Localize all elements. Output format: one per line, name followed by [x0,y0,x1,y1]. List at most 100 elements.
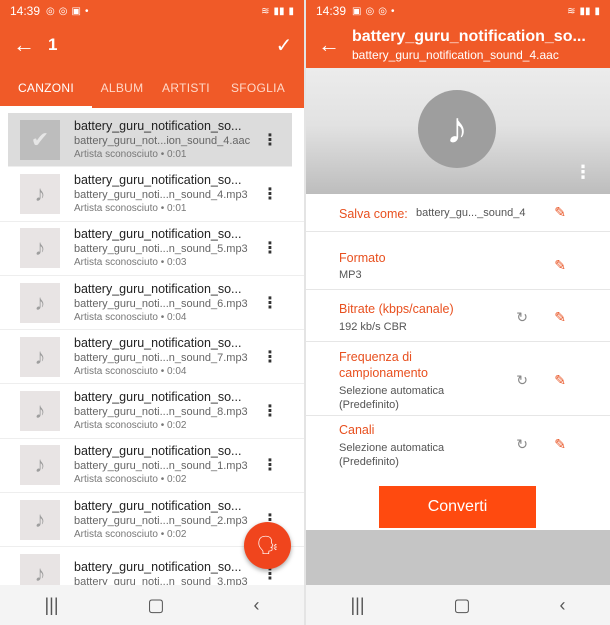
music-note-icon: ♪ [34,561,46,585]
song-meta: Artista sconosciuto • 0:04 [74,311,187,323]
reset-icon[interactable]: ↻ [516,372,528,389]
status-bar: 14:39 ◎ ◎ ▣ • ≋ ▮▮ ▮ [0,0,304,22]
song-list-item[interactable]: ♪ battery_guru_notification_so... batter… [0,222,304,276]
selection-app-bar: ← 1 ✓ [0,22,304,68]
edit-pencil-icon[interactable]: ✎ [554,309,566,326]
nav-back-icon[interactable]: ‹ [254,595,260,616]
bitrate-row[interactable]: Bitrate (kbps/canale) 192 kb/s CBR ↻ ✎ [306,290,610,342]
song-filename: battery_guru_noti...n_sound_7.mp3 [74,351,248,364]
song-filename: battery_guru_noti...n_sound_5.mp3 [74,243,248,256]
more-options-icon[interactable]: ⋮ [262,347,278,367]
home-icon[interactable]: ▢ [454,595,471,616]
song-title: battery_guru_notification_so... [74,560,242,575]
song-list-item[interactable]: ♪ battery_guru_notification_so... batter… [0,439,304,494]
song-meta: Artista sconosciuto • 0:02 [74,474,187,486]
reset-icon[interactable]: ↻ [516,309,528,326]
more-options-icon[interactable]: ⋮ [262,238,278,258]
recent-apps-icon[interactable]: ||| [350,595,364,616]
edit-pencil-icon[interactable]: ✎ [554,372,566,389]
song-title: battery_guru_notification_so... [74,281,242,296]
song-filename: battery_guru_noti...n_sound_2.mp3 [74,514,248,527]
speaker-voice-icon: 🗣 [256,535,279,555]
song-title: battery_guru_notification_so... [74,444,242,459]
song-filename: battery_guru_noti...n_sound_1.mp3 [74,460,248,473]
bottom-panel [306,530,610,585]
check-icon: ✔ [30,126,50,152]
library-tabs: CANZONI ALBUM ARTISTI SFOGLIA [0,68,304,108]
status-time: 14:39 [10,4,41,18]
song-title: battery_guru_notification_so... [74,227,242,242]
wifi-icon: ≋ [261,5,270,17]
music-note-icon: ♪ [34,398,46,424]
back-arrow-icon[interactable]: ← [306,32,352,58]
song-meta: Artista sconosciuto • 0:02 [74,528,187,540]
song-list: ✔ battery_guru_notification_so... batter… [0,113,304,585]
song-list-item[interactable]: ♪ battery_guru_notification_so... batter… [0,330,304,385]
more-options-icon[interactable]: ⋮ [262,184,278,204]
song-picker-screen: 14:39 ◎ ◎ ▣ • ≋ ▮▮ ▮ ← 1 ✓ CANZONI ALBUM… [0,0,304,625]
channels-row[interactable]: Canali Selezione automatica (Predefinito… [306,416,610,474]
tab-sfoglia[interactable]: SFOGLIA [220,68,296,108]
edit-pencil-icon[interactable]: ✎ [554,257,566,274]
system-nav-bar: ||| ▢ ‹ [0,585,304,625]
signal-icon: ▮▮ [579,5,591,17]
signal-icon: ▮▮ [273,5,285,17]
save-as-label: Salva come: [339,207,408,221]
song-list-item[interactable]: ♪ battery_guru_notification_so... batter… [0,276,304,331]
song-meta: Artista sconosciuto • 0:04 [74,365,187,377]
song-meta: Artista sconosciuto • 0:01 [74,202,187,214]
battery-icon: ▮ [594,5,600,17]
song-filename: battery_guru_noti...n_sound_8.mp3 [74,406,248,419]
more-options-icon[interactable]: ⋮ [262,401,278,421]
song-thumbnail: ♪ [20,445,60,486]
song-title: battery_guru_notification_so... [74,390,242,405]
tab-album[interactable]: ALBUM [92,68,152,108]
back-arrow-icon[interactable]: ← [0,32,48,58]
more-options-icon[interactable]: ⋮ [262,130,278,150]
confirm-check-icon[interactable]: ✓ [264,33,304,58]
song-thumbnail: ♪ [20,391,60,432]
nav-back-icon[interactable]: ‹ [560,595,566,616]
song-meta: Artista sconosciuto • 0:01 [74,148,187,160]
save-as-row[interactable]: Salva come: battery_gu..._sound_4 ✎ [306,194,610,232]
song-title: battery_guru_notification_so... [74,172,242,187]
status-bar: 14:39 ▣ ◎ ◎ • ≋ ▮▮ ▮ [306,0,610,22]
track-title: battery_guru_notification_so... [352,28,586,45]
more-options-icon[interactable]: ⋮ [262,293,278,313]
recent-apps-icon[interactable]: ||| [44,595,58,616]
song-filename: battery_guru_noti...n_sound_6.mp3 [74,297,248,310]
tab-canzoni[interactable]: CANZONI [0,68,92,108]
song-list-item[interactable]: ♪ battery_guru_notification_so... batter… [0,167,304,222]
song-list-item[interactable]: ✔ battery_guru_notification_so... batter… [8,113,292,168]
channels-label: Canali [339,423,375,437]
convert-button[interactable]: Converti [379,486,536,528]
tab-artisti[interactable]: ARTISTI [152,68,220,108]
song-thumbnail: ♪ [20,554,60,585]
sync-icon: ◎ [365,5,375,17]
song-title: battery_guru_notification_so... [74,335,242,350]
sample-rate-row[interactable]: Frequenza di campionamento Selezione aut… [306,342,610,416]
bitrate-value: 192 kb/s CBR [339,321,407,333]
sync-icon: ◎ [46,5,55,17]
song-filename: battery_guru_noti...n_sound_3.mp3 [74,576,248,585]
sync-icon: ◎ [58,5,68,17]
dot-icon: • [84,5,89,17]
more-options-icon[interactable]: ⋮ [262,455,278,475]
music-note-icon: ♪ [34,343,46,369]
song-thumbnail: ♪ [20,228,60,269]
more-options-icon[interactable]: ⋮ [574,162,592,183]
edit-pencil-icon[interactable]: ✎ [554,204,566,221]
music-note-icon: ♪ [34,235,46,261]
song-list-item[interactable]: ♪ battery_guru_notification_so... batter… [0,384,304,439]
format-row[interactable]: Formato MP3 ✎ [306,238,610,290]
edit-pencil-icon[interactable]: ✎ [554,436,566,453]
song-filename: battery_guru_noti...n_sound_4.mp3 [74,188,248,201]
gallery-icon: ▣ [352,5,362,17]
reset-icon[interactable]: ↻ [516,436,528,453]
status-time: 14:39 [316,4,347,18]
home-icon[interactable]: ▢ [148,595,165,616]
music-note-icon: ♪ [34,452,46,478]
convert-settings-screen: 14:39 ▣ ◎ ◎ • ≋ ▮▮ ▮ ← battery_guru_noti… [306,0,610,625]
voice-fab-button[interactable]: 🗣 [244,522,291,569]
gallery-icon: ▣ [71,5,81,17]
